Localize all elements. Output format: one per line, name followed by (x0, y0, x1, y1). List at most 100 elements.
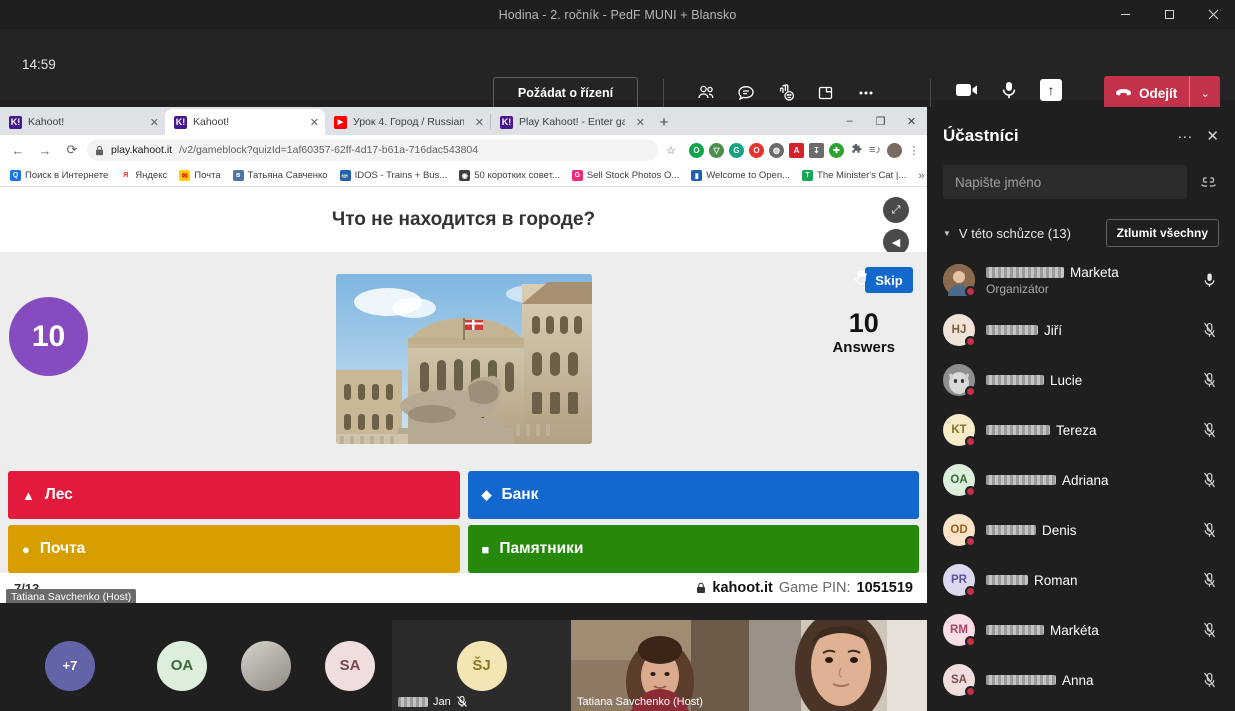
fullscreen-icon[interactable]: ⤢ (883, 197, 909, 223)
mic-off-icon[interactable] (1199, 672, 1219, 688)
tab-close-icon[interactable]: ✕ (145, 116, 159, 129)
address-bar[interactable]: play.kahoot.it/v2/gameblock?quizId=1af60… (87, 139, 658, 161)
microphone-icon[interactable] (992, 73, 1026, 107)
bookmark-item[interactable]: ▮ Welcome to Open... (685, 170, 796, 181)
panel-close-icon[interactable]: ✕ (1206, 127, 1219, 145)
participant-row-lucie[interactable]: Lucie (943, 355, 1219, 405)
participant-row-denis[interactable]: OD Denis (943, 505, 1219, 555)
toolbar-divider-right (930, 79, 931, 107)
pdf-ext-icon[interactable]: A (789, 142, 804, 158)
mic-off-icon[interactable] (1199, 322, 1219, 338)
puzzle-ext-icon[interactable] (849, 143, 863, 157)
mic-on-icon[interactable] (1199, 272, 1219, 288)
profile-avatar-icon[interactable] (887, 142, 902, 158)
answer-label: Банк (501, 486, 539, 503)
chevron-down-icon[interactable]: ▼ (943, 229, 951, 238)
tab-close-icon[interactable]: ✕ (470, 116, 484, 129)
copy-link-icon[interactable] (1197, 176, 1219, 188)
video-tile-photo[interactable] (224, 620, 308, 711)
participant-row-anna[interactable]: SA Anna (943, 655, 1219, 705)
video-tile-participant[interactable] (749, 620, 927, 711)
mic-off-icon[interactable] (1199, 522, 1219, 538)
share-screen-icon[interactable]: ↑ (1034, 73, 1068, 107)
search-input[interactable] (943, 165, 1187, 199)
opera-red-ext-icon[interactable]: O (749, 142, 764, 158)
back-icon[interactable]: ← (6, 138, 30, 162)
film-ext-icon[interactable]: ◍ (769, 142, 784, 158)
tab-close-icon[interactable]: ✕ (305, 116, 319, 129)
bookmark-item[interactable]: 🚌 IDOS - Trains + Bus... (334, 170, 454, 181)
participant-row-marketa[interactable]: Marketa Organizátor (943, 255, 1219, 305)
window-maximize-button[interactable] (1147, 0, 1191, 29)
mic-off-icon[interactable] (1199, 472, 1219, 488)
yandex-icon: Я (120, 170, 132, 181)
bookmark-item[interactable]: ◉ 50 коротких совет... (453, 170, 566, 181)
mute-all-button[interactable]: Ztlumit všechny (1105, 219, 1219, 247)
avatar-initials: HJ (951, 324, 967, 336)
avatar: SA (325, 640, 375, 691)
participant-row-jiri[interactable]: HJ Jiří (943, 305, 1219, 355)
window-minimize-button[interactable] (1103, 0, 1147, 29)
reload-icon[interactable]: ⟳ (60, 138, 84, 162)
participant-info: Markéta (986, 623, 1099, 638)
opera-ext-icon[interactable]: O (689, 142, 704, 158)
bookmarks-overflow-icon[interactable]: » (912, 170, 927, 182)
avatar: SA (943, 664, 976, 697)
browser-tab-3[interactable]: K! Play Kahoot! - Enter game PIN he ✕ (491, 109, 651, 135)
forward-icon[interactable]: → (33, 138, 57, 162)
participant-row-adriana[interactable]: OA Adriana (943, 455, 1219, 505)
browser-tab-2[interactable]: ▶ Урок 4. Город / Russian vocabul ✕ (325, 109, 490, 135)
video-tile-jan[interactable]: ŠJ Jan (392, 620, 571, 711)
mic-off-icon[interactable] (1199, 372, 1219, 388)
participant-name: Roman (986, 573, 1078, 588)
browser-close-button[interactable]: ✕ (896, 107, 927, 135)
bookmark-item[interactable]: Q Поиск в Интернете (4, 170, 114, 181)
grammar-ext-icon[interactable]: G (729, 142, 744, 158)
new-tab-button[interactable]: + (651, 109, 677, 135)
youtube-favicon-icon: ▶ (334, 115, 347, 129)
browser-minimize-button[interactable]: – (834, 107, 865, 135)
bookmark-item[interactable]: в Татьяна Савченко (227, 170, 334, 181)
plus-green-ext-icon[interactable]: ✚ (829, 142, 844, 158)
browser-tab-1[interactable]: K! Kahoot! ✕ (165, 109, 325, 135)
leave-caret-icon[interactable]: ⌄ (1190, 76, 1220, 110)
bookmark-star-icon[interactable]: ☆ (661, 140, 681, 160)
request-control-button[interactable]: Požádat o řízení (493, 77, 638, 109)
reading-list-icon[interactable]: ≡♪ (868, 143, 882, 157)
chrome-menu-icon[interactable]: ⋮ (907, 143, 921, 157)
bookmark-item[interactable]: Я Яндекс (114, 170, 173, 181)
tab-close-icon[interactable]: ✕ (631, 116, 645, 129)
minister-cat-icon: T (802, 170, 814, 181)
bookmark-item[interactable]: T The Minister's Cat |... (796, 170, 912, 181)
participant-row-marketa2[interactable]: RM Markéta (943, 605, 1219, 655)
window-close-button[interactable] (1191, 0, 1235, 29)
camera-icon[interactable] (950, 73, 984, 107)
leave-main[interactable]: Odejít (1104, 76, 1189, 110)
answer-option-1[interactable]: ▲ Лес (8, 471, 460, 519)
video-tile-overflow[interactable]: +7 (0, 620, 140, 711)
mic-off-icon[interactable] (1199, 422, 1219, 438)
circle-icon: ◉ (459, 170, 471, 181)
video-tile-host[interactable]: Tatiana Savchenko (Host) (571, 620, 749, 711)
answer-option-3[interactable]: ● Почта (8, 525, 460, 573)
shield-ext-icon[interactable]: ▽ (709, 142, 724, 158)
participant-row-roman[interactable]: PR Roman (943, 555, 1219, 605)
answer-option-2[interactable]: ◆ Банк (467, 471, 919, 519)
leave-meeting-button[interactable]: Odejít ⌄ (1104, 76, 1221, 110)
video-tile-avatar[interactable]: OA (140, 620, 224, 711)
url-path: /v2/gameblock?quizId=1af60357-62ff-4d17-… (179, 144, 479, 156)
browser-restore-button[interactable]: ❐ (865, 107, 896, 135)
mic-off-icon[interactable] (1199, 622, 1219, 638)
kahoot-domain: kahoot.it (712, 580, 773, 596)
answer-option-4[interactable]: ■ Памятники (467, 525, 919, 573)
download-ext-icon[interactable]: ↧ (809, 142, 824, 158)
skip-button[interactable]: 🖑 Skip (853, 267, 913, 293)
participant-row-tereza[interactable]: KT Tereza (943, 405, 1219, 455)
mic-off-icon[interactable] (1199, 572, 1219, 588)
browser-tab-0[interactable]: K! Kahoot! ✕ (0, 109, 165, 135)
video-tile-avatar[interactable]: SA (308, 620, 392, 711)
panel-more-icon[interactable]: ··· (1177, 128, 1192, 145)
bookmark-item[interactable]: ✉ Почта (173, 170, 226, 181)
bookmark-item[interactable]: G Sell Stock Photos O... (566, 170, 685, 181)
toolbar-divider-left (663, 79, 664, 107)
